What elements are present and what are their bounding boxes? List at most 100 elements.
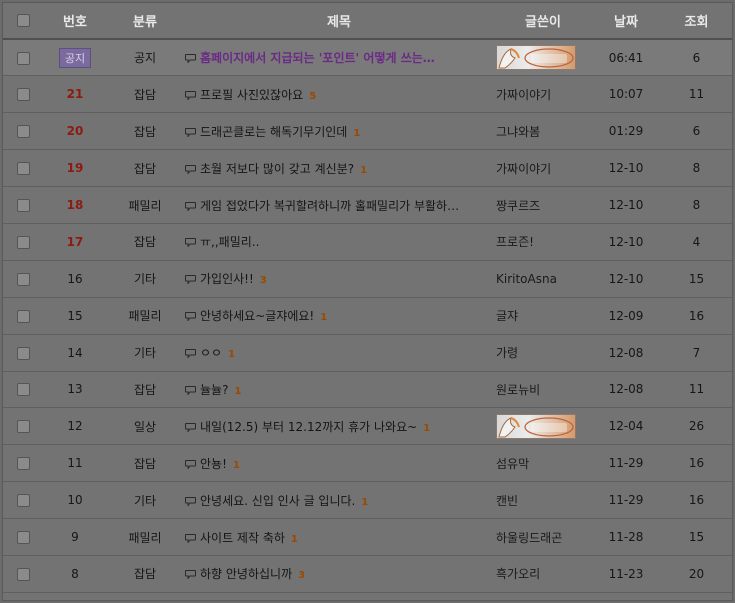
post-number: 16 [67,271,83,286]
row-checkbox[interactable] [16,199,30,212]
table-row[interactable]: 11 잡담 안뇽! 1 섬유막 11-29 16 [3,444,732,483]
post-category[interactable]: 잡담 [107,112,183,151]
author-name-image[interactable] [496,45,576,71]
post-category[interactable]: 잡담 [107,75,183,114]
post-subject-link[interactable]: 드래곤클로는 해독기무기인데 [200,125,347,139]
post-author[interactable]: 짱쿠르즈 [495,186,591,224]
table-row[interactable]: 13 잡담 뉼뉼? 1 원로뉴비 12-08 11 [3,371,732,409]
post-subject-link[interactable]: 안뇽! [200,457,227,471]
table-row[interactable]: 15 패밀리 안녕하세요~글쟈에요! 1 글쟈 12-09 16 [3,297,732,335]
table-row[interactable]: 17 잡담 ㅠ,,패밀리.. 프로즌! 12-10 4 [3,223,732,261]
header-number[interactable]: 번호 [43,3,107,40]
post-category[interactable]: 잡담 [107,149,183,188]
table-row[interactable]: 21 잡담 프로필 사진있잖아요 5 가짜이야기 10:07 11 [3,75,732,114]
table-row[interactable]: 9 패밀리 사이트 제작 축하 1 하울링드래곤 11-28 15 [3,518,732,556]
comment-count[interactable]: 5 [309,91,316,102]
post-category[interactable]: 패밀리 [107,297,183,335]
select-all-checkbox[interactable] [16,14,30,27]
post-subject-link[interactable]: 안녕세요. 신입 인사 글 입니다. [200,494,355,508]
post-category[interactable]: 잡담 [107,223,183,261]
table-row[interactable]: 14 기타 ㅇㅇ 1 가령 12-08 7 [3,334,732,372]
post-subject-link[interactable]: 홈페이지에서 지급되는 '포인트' 어떻게 쓰는… [200,51,435,65]
comment-count[interactable]: 1 [320,312,327,323]
post-category[interactable]: 기타 [107,260,183,298]
post-author[interactable]: 그냐와봄 [495,112,591,151]
comment-count[interactable]: 3 [260,275,267,286]
table-row[interactable]: 19 잡담 초월 저보다 많이 갖고 계신분? 1 가짜이야기 12-10 8 [3,149,732,188]
post-author[interactable]: 캔빈 [495,481,591,520]
post-author[interactable]: 가짜이야기 [495,75,591,114]
post-author[interactable] [495,407,591,446]
row-checkbox[interactable] [16,567,30,581]
row-checkbox[interactable] [16,235,30,249]
row-checkbox[interactable] [16,346,30,360]
author-name-image[interactable] [496,413,576,439]
comment-count[interactable]: 1 [361,497,368,508]
header-category[interactable]: 분류 [107,3,183,40]
post-number: 10 [67,493,83,508]
post-author[interactable] [495,39,591,77]
post-rows: 공지 공지 홈페이지에서 지급되는 '포인트' 어떻게 쓰는… 06:41 6 … [3,39,732,593]
row-checkbox[interactable] [16,457,30,471]
post-subject-link[interactable]: 가입인사!! [200,272,254,286]
row-checkbox[interactable] [16,383,30,397]
comment-count[interactable]: 1 [353,128,360,139]
post-subject-link[interactable]: 안녕하세요~글쟈에요! [200,309,314,323]
comment-count[interactable]: 3 [298,570,305,581]
table-row[interactable]: 공지 공지 홈페이지에서 지급되는 '포인트' 어떻게 쓰는… 06:41 6 [3,39,732,77]
post-author[interactable]: 프로즌! [495,223,591,261]
post-author[interactable]: 가령 [495,334,591,372]
post-category[interactable]: 잡담 [107,371,183,409]
comment-count[interactable]: 1 [228,349,235,360]
row-checkbox[interactable] [16,531,30,545]
post-subject-link[interactable]: 게임 접었다가 복귀할려하니까 홀패밀리가 부활하… [200,199,459,213]
post-category[interactable]: 잡담 [107,555,183,593]
post-subject-link[interactable]: 프로필 사진있잖아요 [200,88,303,102]
post-category[interactable]: 패밀리 [107,186,183,224]
row-checkbox[interactable] [16,272,30,286]
post-subject-link[interactable]: 내일(12.5) 부터 12.12까지 휴가 나와요~ [200,420,417,434]
table-row[interactable]: 20 잡담 드래곤클로는 해독기무기인데 1 그냐와봄 01:29 6 [3,112,732,151]
row-checkbox[interactable] [16,125,30,139]
comment-count[interactable]: 1 [233,460,240,471]
comment-count[interactable]: 1 [360,165,367,176]
row-checkbox[interactable] [16,420,30,434]
comment-count[interactable]: 1 [234,386,241,397]
table-row[interactable]: 16 기타 가입인사!! 3 KiritoAsna 12-10 15 [3,260,732,298]
post-category[interactable]: 기타 [107,334,183,372]
post-author[interactable]: 하울링드래곤 [495,518,591,556]
header-subject[interactable]: 제목 [183,3,495,40]
row-checkbox[interactable] [16,494,30,508]
row-checkbox[interactable] [16,309,30,323]
table-row[interactable]: 12 일상 내일(12.5) 부터 12.12까지 휴가 나와요~ 1 12-04… [3,407,732,446]
post-author[interactable]: 글쟈 [495,297,591,335]
comment-count[interactable]: 1 [291,534,298,545]
header-views[interactable]: 조회 [661,3,732,40]
post-author[interactable]: 원로뉴비 [495,371,591,409]
header-date[interactable]: 날짜 [591,3,661,40]
post-author[interactable]: 섬유막 [495,444,591,483]
row-checkbox[interactable] [16,162,30,176]
post-subject-link[interactable]: 뉼뉼? [200,383,228,397]
header-author[interactable]: 글쓴이 [495,3,591,40]
post-category[interactable]: 기타 [107,481,183,520]
post-category[interactable]: 패밀리 [107,518,183,556]
row-checkbox[interactable] [16,51,30,65]
comment-count[interactable]: 1 [423,423,430,434]
post-author[interactable]: 가짜이야기 [495,149,591,188]
post-number: 20 [66,124,84,139]
table-row[interactable]: 8 잡담 하향 안녕하십니까 3 흑가오리 11-23 20 [3,555,732,593]
table-row[interactable]: 18 패밀리 게임 접었다가 복귀할려하니까 홀패밀리가 부활하… 짱쿠르즈 1… [3,186,732,224]
table-row[interactable]: 10 기타 안녕세요. 신입 인사 글 입니다. 1 캔빈 11-29 16 [3,481,732,520]
post-subject-link[interactable]: ㅠ,,패밀리.. [200,235,259,249]
post-subject-link[interactable]: 하향 안녕하십니까 [200,567,292,581]
post-author[interactable]: KiritoAsna [495,260,591,298]
post-category[interactable]: 공지 [107,39,183,77]
row-checkbox[interactable] [16,88,30,102]
post-category[interactable]: 잡담 [107,444,183,483]
post-author[interactable]: 흑가오리 [495,555,591,593]
post-subject-link[interactable]: 초월 저보다 많이 갖고 계신분? [200,162,354,176]
post-category[interactable]: 일상 [107,407,183,446]
post-subject-link[interactable]: ㅇㅇ [200,346,222,360]
post-subject-link[interactable]: 사이트 제작 축하 [200,531,285,545]
